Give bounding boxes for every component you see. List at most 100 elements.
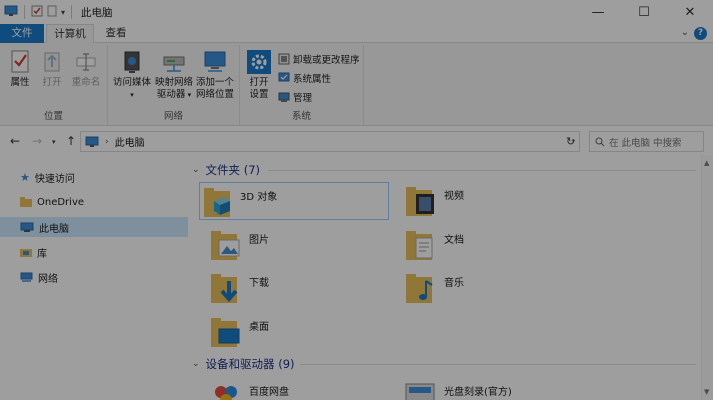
baidu-netdisk-icon (209, 378, 243, 400)
folder-music[interactable]: 音乐 (404, 269, 594, 307)
search-box[interactable]: 在 此电脑 中搜索 (589, 131, 704, 152)
sidebar-item-label: 库 (37, 248, 47, 260)
breadcrumb-this-pc[interactable]: 此电脑 (115, 134, 145, 149)
system-properties-label: 系统属性 (293, 74, 332, 85)
collapse-ribbon-icon[interactable]: ⌄ (681, 27, 689, 38)
folder-videos[interactable]: 视频 (404, 182, 594, 220)
open-settings-button[interactable]: 打开 设置 (244, 49, 274, 101)
content-pane: ⌄ 文件夹 (7) 3D 对象 视频 图片 文档 下载 音乐 桌面 ⌄ 设备和驱… (190, 158, 701, 400)
tab-file[interactable]: 文件 (0, 24, 44, 43)
access-media-button[interactable]: 访问媒体 ▾ (112, 49, 152, 101)
help-icon[interactable]: ? (694, 27, 707, 40)
folder-label: 桌面 (249, 322, 269, 333)
window-controls: — ☐ ✕ (575, 0, 713, 24)
group-system-label: 系统 (291, 111, 311, 122)
rename-icon (76, 53, 96, 71)
map-drive-label-1: 映射网络 (154, 77, 193, 88)
toolbar-separator (24, 5, 25, 19)
manage-button[interactable]: 管理 (278, 89, 312, 105)
sidebar-item-label: 网络 (38, 273, 58, 285)
up-arrow-icon[interactable]: ↑ (66, 134, 76, 148)
folder-documents[interactable]: 文档 (404, 226, 594, 264)
qa-dropdown-icon[interactable]: ▾ (61, 8, 65, 17)
folder-downloads-icon (209, 269, 243, 307)
sidebar-item-label: OneDrive (37, 196, 85, 208)
sidebar-item-libraries[interactable]: 库 (0, 242, 188, 262)
system-properties-icon (278, 72, 290, 82)
drive-baidu-netdisk[interactable]: 百度网盘 (209, 378, 399, 400)
maximize-button[interactable]: ☐ (621, 0, 667, 24)
map-network-drive-button[interactable]: 映射网络 驱动器 ▾ (154, 49, 194, 101)
navigation-pane: ★ 快速访问 OneDrive 此电脑 库 网络 (0, 158, 188, 400)
network-icon (20, 272, 33, 282)
group-system: 打开 设置 卸载或更改程序 系统属性 管理 系统 (240, 45, 364, 125)
properties-button[interactable]: 属性 (6, 49, 34, 89)
uninstall-label: 卸载或更改程序 (293, 55, 360, 66)
folder-3d-objects[interactable]: 3D 对象 (199, 182, 389, 220)
folder-music-icon (404, 269, 438, 307)
computer-icon (20, 222, 34, 232)
vertical-scrollbar[interactable]: ▲ ▼ (701, 155, 713, 400)
sidebar-item-quick-access[interactable]: ★ 快速访问 (0, 167, 188, 187)
disc-burner-icon (404, 378, 438, 400)
recent-dropdown-icon[interactable]: ▾ (52, 138, 56, 146)
manage-icon (278, 92, 290, 102)
folder-documents-icon (404, 226, 438, 264)
new-folder-qa-icon[interactable] (46, 5, 58, 20)
open-label: 打开 (42, 77, 62, 88)
sidebar-item-network[interactable]: 网络 (0, 267, 188, 287)
tab-computer[interactable]: 计算机 (46, 24, 94, 43)
scroll-up-icon[interactable]: ▲ (704, 159, 709, 167)
computer-small-icon (4, 5, 18, 20)
sidebar-item-onedrive[interactable]: OneDrive (0, 192, 188, 212)
folder-label: 下载 (249, 278, 269, 289)
drive-label: 百度网盘 (249, 387, 289, 398)
properties-qa-icon[interactable] (31, 5, 43, 20)
folder-pictures[interactable]: 图片 (209, 226, 399, 264)
section-divider (300, 364, 696, 365)
search-icon (595, 137, 605, 146)
group-location-label: 位置 (43, 111, 63, 122)
add-location-label-2: 网络位置 (195, 89, 234, 100)
folder-label: 音乐 (444, 278, 464, 289)
minimize-button[interactable]: — (575, 0, 621, 24)
uninstall-program-button[interactable]: 卸载或更改程序 (278, 51, 360, 67)
tab-view[interactable]: 查看 (96, 24, 136, 43)
open-settings-label-1: 打开 (249, 77, 269, 88)
folder-downloads[interactable]: 下载 (209, 269, 399, 307)
group-location: 属性 打开 重命名 位置 (0, 45, 108, 125)
address-bar-row: ← → ▾ ↑ › 此电脑 ⌄ ↻ 在 此电脑 中搜索 (0, 127, 713, 155)
network-drive-icon (163, 56, 185, 72)
drive-disc-burner[interactable]: 光盘刻录(官方) (404, 378, 594, 400)
forward-arrow-icon[interactable]: → (32, 134, 42, 148)
ribbon-tabs: 文件 计算机 查看 ⌄ ? (0, 24, 713, 43)
refresh-icon[interactable]: ↻ (566, 135, 575, 148)
section-divider (268, 170, 696, 171)
ribbon: 属性 打开 重命名 位置 访问媒体 ▾ 映射网络 驱动器 ▾ 添加一个 网络位置… (0, 43, 713, 126)
collapse-chevron-icon[interactable]: ⌄ (192, 359, 200, 369)
open-button[interactable]: 打开 (38, 49, 66, 89)
sidebar-item-this-pc[interactable]: 此电脑 (0, 217, 188, 237)
manage-label: 管理 (293, 93, 313, 104)
rename-button[interactable]: 重命名 (70, 49, 102, 89)
folder-pictures-icon (209, 226, 243, 264)
sidebar-item-label: 快速访问 (34, 173, 75, 185)
window-title: 此电脑 (81, 6, 113, 19)
group-network: 访问媒体 ▾ 映射网络 驱动器 ▾ 添加一个 网络位置 网络 (108, 45, 240, 125)
drives-section-header[interactable]: ⌄ 设备和驱动器 (9) (192, 355, 295, 373)
add-network-location-button[interactable]: 添加一个 网络位置 (194, 49, 236, 101)
folder-desktop[interactable]: 桌面 (209, 313, 399, 351)
scroll-down-icon[interactable]: ▼ (704, 388, 709, 396)
breadcrumb-chevron-icon[interactable]: › (105, 137, 109, 147)
folder-label: 文档 (444, 235, 464, 246)
quick-access-toolbar: ▾ (0, 0, 75, 24)
uninstall-icon (278, 53, 290, 65)
address-box[interactable]: › 此电脑 ⌄ (80, 131, 580, 152)
close-button[interactable]: ✕ (667, 0, 713, 24)
collapse-chevron-icon[interactable]: ⌄ (192, 165, 200, 175)
system-properties-button[interactable]: 系统属性 (278, 70, 331, 86)
sidebar-item-label: 此电脑 (39, 223, 69, 235)
back-arrow-icon[interactable]: ← (10, 134, 20, 148)
properties-label: 属性 (10, 77, 30, 88)
folders-section-header[interactable]: ⌄ 文件夹 (7) (192, 161, 260, 179)
